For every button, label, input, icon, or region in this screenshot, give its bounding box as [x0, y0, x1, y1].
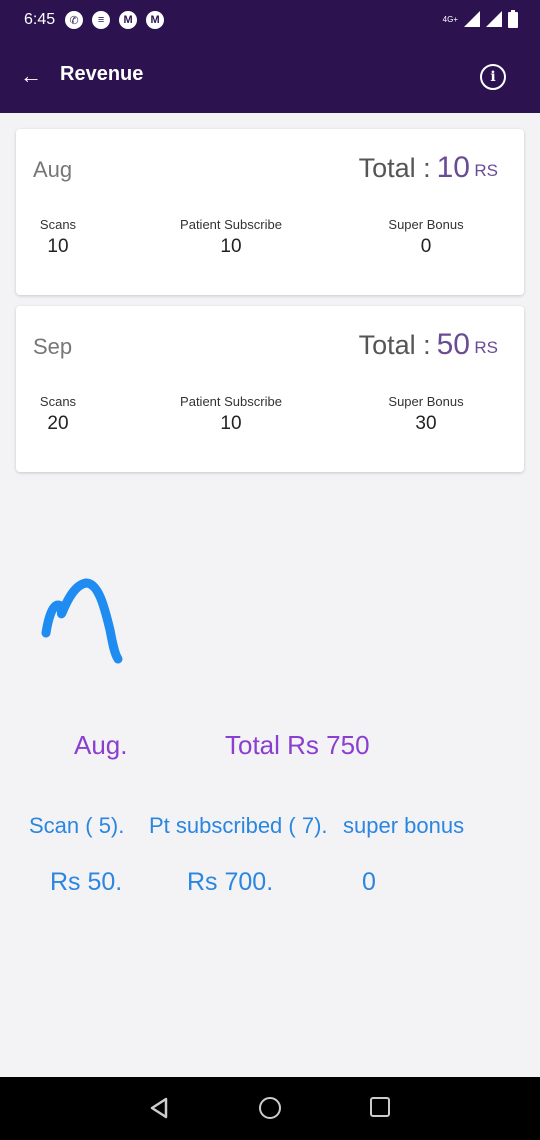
handwritten-scribble: [41, 578, 123, 664]
nav-back-icon[interactable]: [148, 1097, 170, 1119]
total-label: Total :: [358, 153, 431, 183]
annotation-bonus-amount: 0: [362, 868, 376, 896]
info-icon[interactable]: i: [480, 64, 506, 90]
annotation-month: Aug.: [74, 730, 128, 760]
network-type: 4G+: [442, 14, 458, 24]
message-icon: ≡: [92, 11, 111, 29]
revenue-card-aug[interactable]: Aug Total : 10 RS Scans 10 Patient Subsc…: [16, 129, 524, 295]
annotation-scan: Scan ( 5).: [29, 813, 125, 838]
status-bar: 6:45 ✆ ≡ M M 4G+: [0, 0, 540, 40]
card-total: Total : 10: [359, 151, 470, 185]
stat-value: 20: [47, 413, 69, 434]
stat-scans: Scans 10: [36, 217, 80, 258]
nav-home-icon[interactable]: [259, 1097, 281, 1119]
stat-value: 10: [47, 236, 69, 257]
annotation-pt-amount: Rs 700.: [187, 868, 274, 896]
page-title: Revenue: [60, 63, 144, 85]
app-bar: ← Revenue i: [0, 40, 540, 113]
annotation-scan-amount: Rs 50.: [50, 868, 123, 896]
stat-label: Super Bonus: [388, 394, 464, 409]
stat-label: Scans: [39, 394, 77, 409]
total-value: 10: [436, 151, 470, 184]
total-unit: RS: [474, 161, 498, 180]
stat-scans: Scans 20: [36, 394, 80, 435]
nav-recents-icon[interactable]: [370, 1097, 390, 1117]
total-label: Total :: [358, 330, 431, 360]
revenue-card-sep[interactable]: Sep Total : 50 RS Scans 20 Patient Subsc…: [16, 306, 524, 472]
annotation-pt-subscribed: Pt subscribed ( 7).: [149, 813, 328, 838]
system-nav-bar: [0, 1077, 540, 1140]
signal-icon: [464, 11, 480, 27]
gmail-icon: M: [146, 11, 165, 29]
stat-super-bonus: Super Bonus 0: [376, 217, 476, 258]
stat-label: Patient Subscribe: [180, 394, 282, 409]
gmail-icon: M: [119, 11, 138, 29]
card-month: Aug: [33, 157, 73, 182]
stat-value: 0: [420, 236, 432, 257]
stat-super-bonus: Super Bonus 30: [376, 394, 476, 435]
battery-icon: [508, 10, 518, 28]
total-value: 50: [436, 328, 470, 361]
stat-value: 10: [220, 236, 242, 257]
annotation-super-bonus: super bonus: [343, 813, 465, 838]
stat-label: Scans: [39, 217, 77, 232]
annotation-total: Total Rs 750: [225, 730, 370, 760]
back-arrow-icon[interactable]: ←: [20, 62, 42, 90]
signal-icon: [486, 11, 502, 27]
stat-patient-subscribe: Patient Subscribe 10: [171, 217, 291, 258]
stat-value: 10: [220, 413, 242, 434]
status-time: 6:45: [24, 11, 56, 28]
stat-patient-subscribe: Patient Subscribe 10: [171, 394, 291, 435]
total-unit: RS: [474, 338, 498, 357]
stat-label: Super Bonus: [388, 217, 464, 232]
card-month: Sep: [33, 334, 73, 359]
card-total: Total : 50: [359, 328, 470, 362]
whatsapp-icon: ✆: [65, 11, 84, 29]
stat-label: Patient Subscribe: [180, 217, 282, 232]
stat-value: 30: [415, 413, 437, 434]
